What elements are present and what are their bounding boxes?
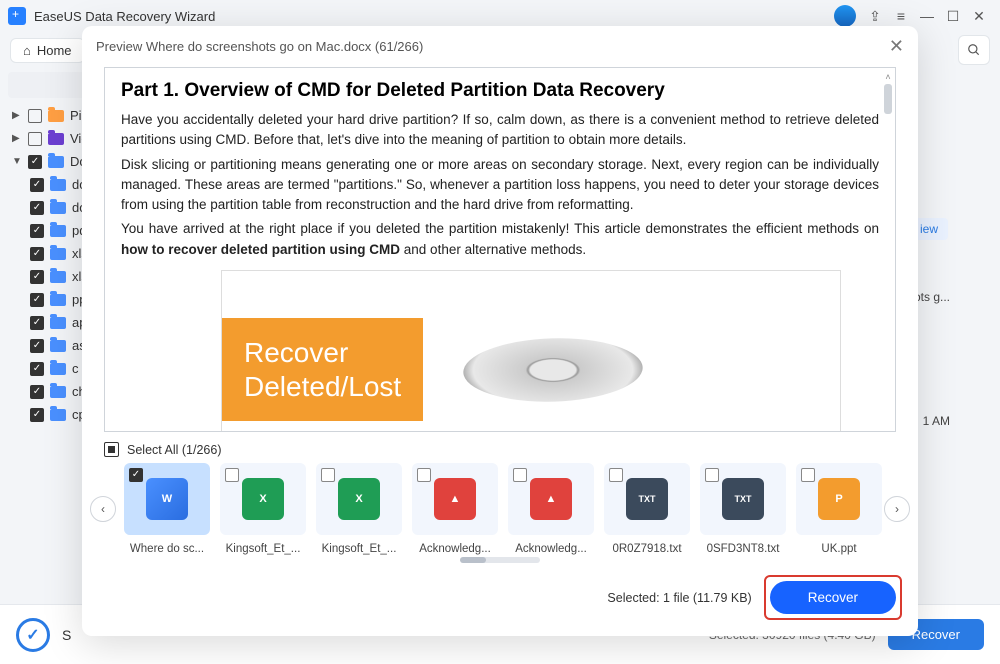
file-thumbnail[interactable]: TXT 0R0Z7918.txt <box>604 463 690 555</box>
file-type-icon: X <box>338 478 380 520</box>
preview-modal-backdrop: Preview Where do screenshots go on Mac.d… <box>0 0 1000 664</box>
file-type-icon: ▲ <box>434 478 476 520</box>
modal-footer: Selected: 1 file (11.79 KB) Recover <box>82 563 918 636</box>
thumb-checkbox[interactable] <box>225 468 239 482</box>
thumb-label: Kingsoft_Et_... <box>316 543 402 555</box>
doc-paragraph: Disk slicing or partitioning means gener… <box>121 155 879 216</box>
file-thumbnail[interactable]: ▲ Acknowledg... <box>412 463 498 555</box>
file-type-icon: W <box>146 478 188 520</box>
select-all-label: Select All (1/266) <box>127 443 222 457</box>
thumb-checkbox[interactable] <box>417 468 431 482</box>
thumb-label: 0R0Z7918.txt <box>604 543 690 555</box>
file-type-icon: P <box>818 478 860 520</box>
scroll-thumb[interactable] <box>884 84 892 114</box>
file-thumbnail[interactable]: X Kingsoft_Et_... <box>316 463 402 555</box>
thumb-checkbox[interactable] <box>321 468 335 482</box>
scroll-up-icon[interactable]: ˄ <box>883 72 893 82</box>
thumb-prev-icon[interactable]: ‹ <box>90 496 116 522</box>
modal-title: Preview Where do screenshots go on Mac.d… <box>96 39 423 54</box>
thumb-checkbox[interactable] <box>705 468 719 482</box>
close-icon[interactable]: ✕ <box>889 36 904 57</box>
file-type-icon: ▲ <box>530 478 572 520</box>
doc-paragraph: Have you accidentally deleted your hard … <box>121 110 879 151</box>
thumb-label: UK.ppt <box>796 543 882 555</box>
doc-embedded-image: Recover Deleted/Lost <box>221 270 841 432</box>
modal-header: Preview Where do screenshots go on Mac.d… <box>82 26 918 67</box>
document-preview[interactable]: ˄ Part 1. Overview of CMD for Deleted Pa… <box>104 67 896 432</box>
recover-highlight-box: Recover <box>764 575 902 620</box>
thumb-label: Where do sc... <box>124 543 210 555</box>
banner-text: Recover Deleted/Lost <box>222 318 423 421</box>
thumb-scrollbar[interactable] <box>460 557 540 563</box>
file-type-icon: TXT <box>722 478 764 520</box>
thumb-checkbox[interactable] <box>129 468 143 482</box>
file-thumbnail[interactable]: TXT 0SFD3NT8.txt <box>700 463 786 555</box>
doc-paragraph: You have arrived at the right place if y… <box>121 219 879 260</box>
thumb-checkbox[interactable] <box>801 468 815 482</box>
doc-heading: Part 1. Overview of CMD for Deleted Part… <box>121 80 879 102</box>
thumb-label: Acknowledg... <box>508 543 594 555</box>
thumb-label: Kingsoft_Et_... <box>220 543 306 555</box>
thumb-label: Acknowledg... <box>412 543 498 555</box>
file-thumbnail[interactable]: W Where do sc... <box>124 463 210 555</box>
thumb-checkbox[interactable] <box>513 468 527 482</box>
file-thumbnail[interactable]: ▲ Acknowledg... <box>508 463 594 555</box>
select-all-checkbox[interactable] <box>104 442 119 457</box>
file-thumbnail[interactable]: X Kingsoft_Et_... <box>220 463 306 555</box>
recover-button[interactable]: Recover <box>770 581 896 614</box>
thumb-checkbox[interactable] <box>609 468 623 482</box>
scrollbar[interactable]: ˄ <box>883 72 893 114</box>
thumb-next-icon[interactable]: › <box>884 496 910 522</box>
file-thumbnail[interactable]: P UK.ppt <box>796 463 882 555</box>
modal-selected-text: Selected: 1 file (11.79 KB) <box>607 591 751 605</box>
select-all-row[interactable]: Select All (1/266) <box>82 432 918 463</box>
file-type-icon: TXT <box>626 478 668 520</box>
thumb-label: 0SFD3NT8.txt <box>700 543 786 555</box>
thumbnail-row: ‹ W Where do sc... X Kingsoft_Et_... X Kingso… <box>82 463 918 555</box>
hard-drive-icon <box>454 333 652 407</box>
preview-modal: Preview Where do screenshots go on Mac.d… <box>82 26 918 636</box>
file-type-icon: X <box>242 478 284 520</box>
